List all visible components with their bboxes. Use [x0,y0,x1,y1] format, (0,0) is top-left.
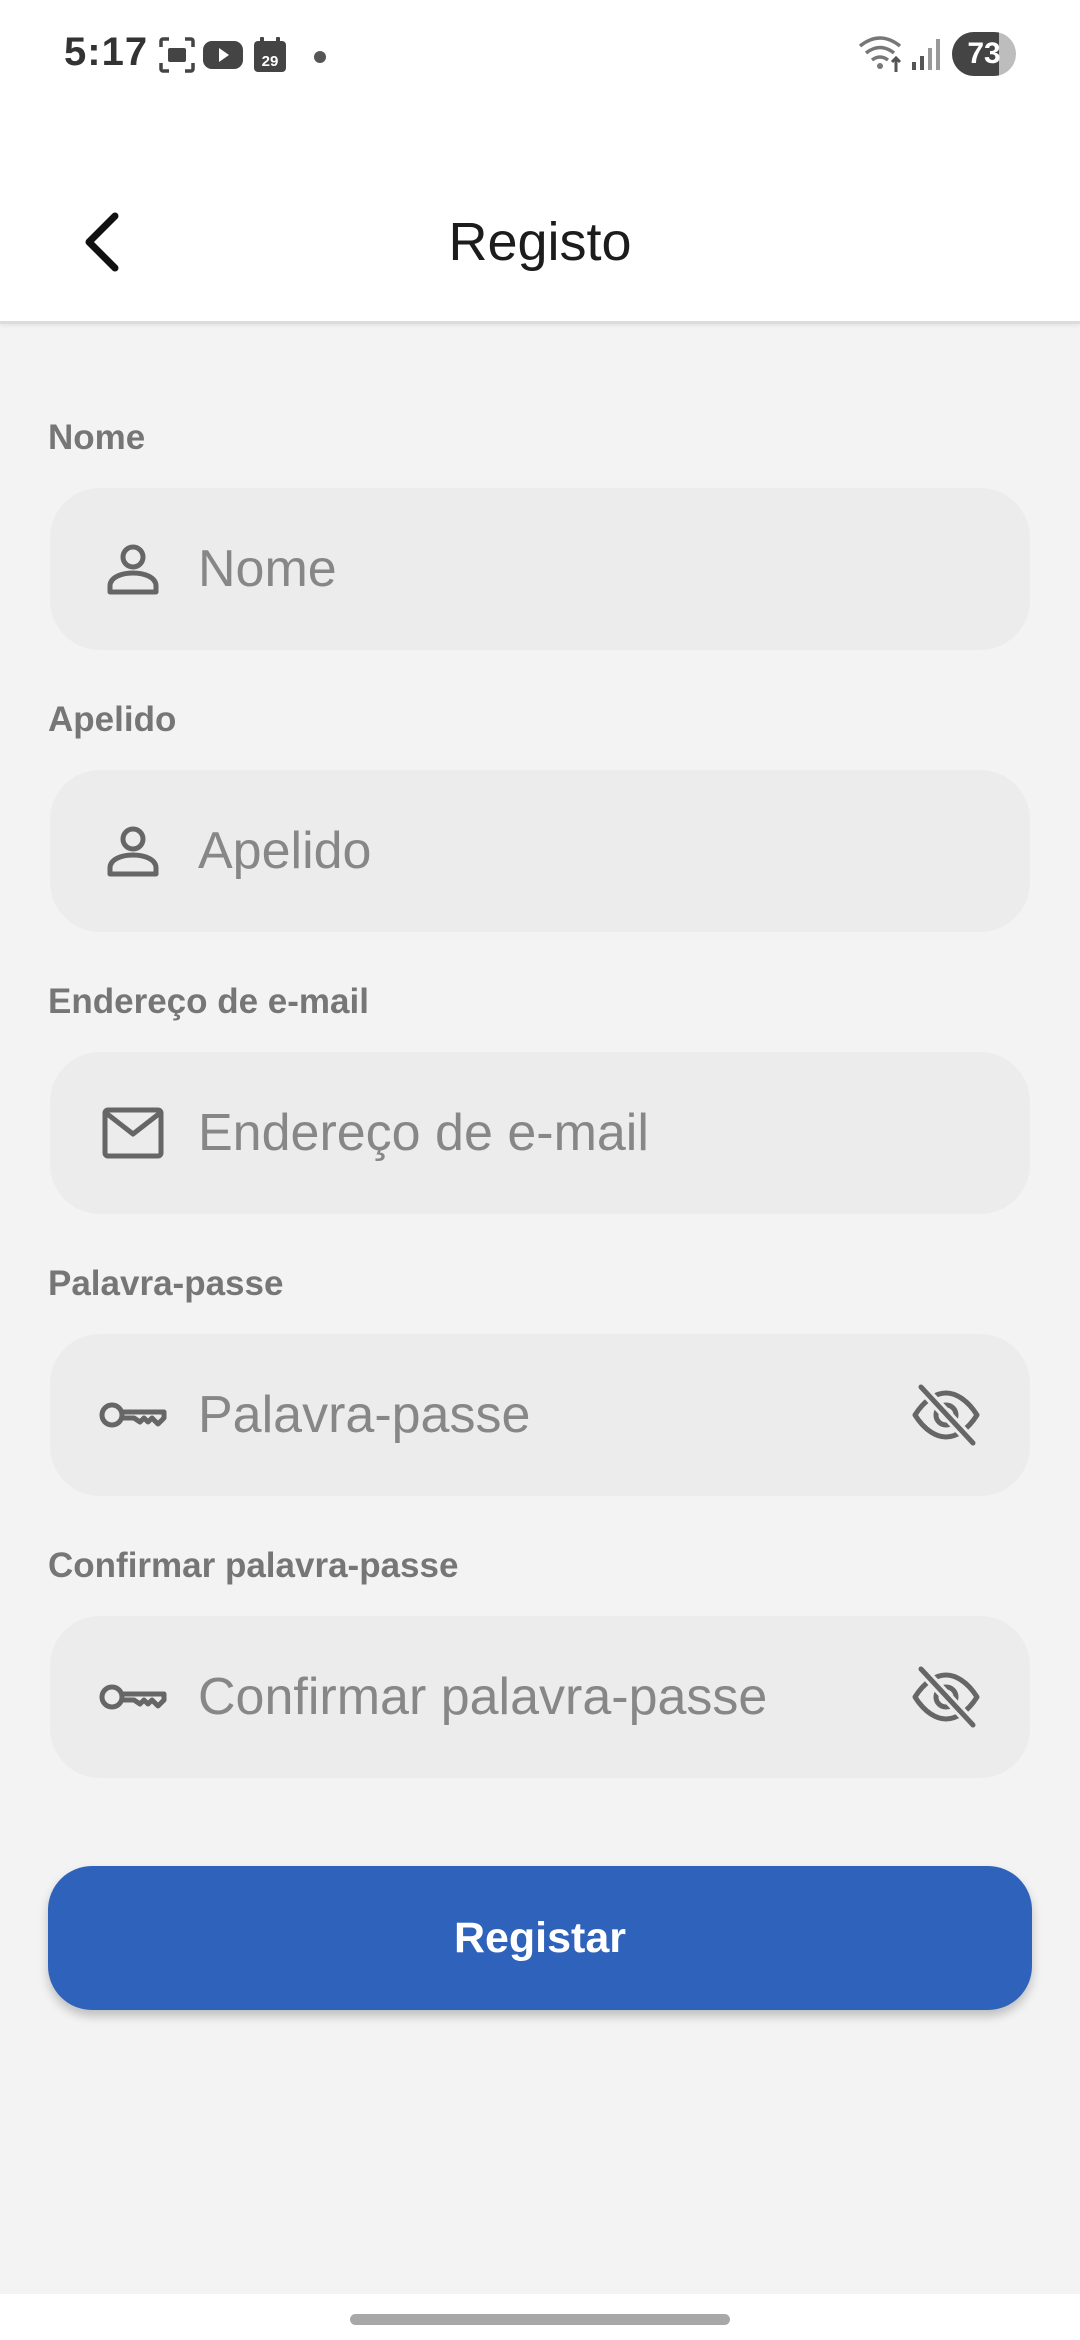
battery-indicator: 73 [952,32,1016,76]
password-label: Palavra-passe [48,1264,284,1303]
youtube-icon [203,41,243,69]
last-name-field[interactable] [50,770,1030,932]
confirm-password-visibility-toggle[interactable] [906,1657,986,1737]
first-name-field[interactable] [50,488,1030,650]
home-indicator[interactable] [350,2314,730,2325]
last-name-label: Apelido [48,700,177,739]
wifi-icon [858,36,902,72]
email-label: Endereço de e-mail [48,982,369,1021]
calendar-icon: 29 [254,37,286,72]
password-visibility-toggle[interactable] [906,1375,986,1455]
app-bar: Registo [0,110,1080,324]
register-button[interactable]: Registar [48,1866,1032,2010]
more-notifications-dot [314,51,326,63]
key-icon [98,1380,168,1450]
confirm-password-input[interactable] [198,1616,918,1778]
screenshot-icon [159,37,195,73]
email-field[interactable] [50,1052,1030,1214]
person-icon [98,816,168,886]
calendar-day: 29 [262,53,279,70]
password-field[interactable] [50,1334,1030,1496]
system-navigation-bar [0,2294,1080,2340]
visibility-off-icon [912,1383,980,1447]
status-time: 5:17 [64,30,149,74]
visibility-off-icon [912,1665,980,1729]
last-name-input[interactable] [198,770,918,932]
battery-level: 73 [967,37,1001,70]
confirm-password-label: Confirmar palavra-passe [48,1546,459,1585]
signal-icon [912,39,940,70]
password-input[interactable] [198,1334,918,1496]
email-input[interactable] [198,1052,918,1214]
confirm-password-field[interactable] [50,1616,1030,1778]
mail-icon [98,1098,168,1168]
status-bar: 5:17 29 73 [0,0,1080,110]
key-icon [98,1662,168,1732]
first-name-label: Nome [48,418,146,457]
page-title: Registo [448,212,632,272]
first-name-input[interactable] [198,488,918,650]
person-icon [98,534,168,604]
